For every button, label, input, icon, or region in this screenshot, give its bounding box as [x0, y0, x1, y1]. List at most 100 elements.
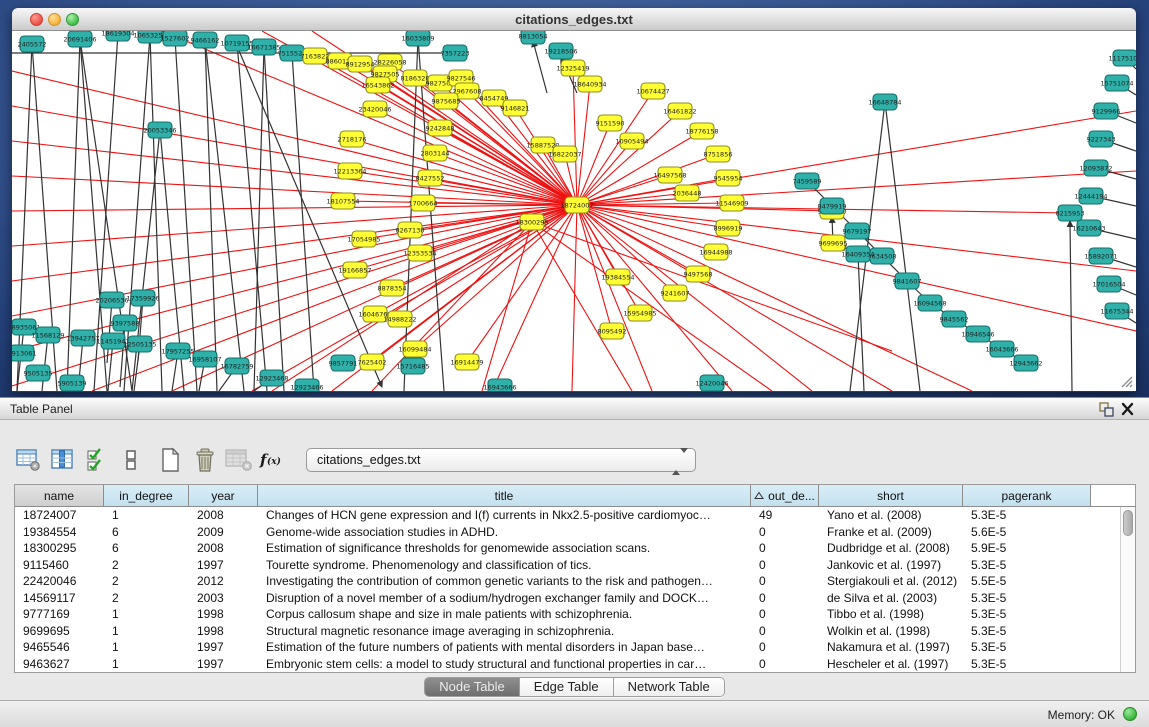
graph-node[interactable]: 7625402: [358, 354, 387, 370]
graph-node[interactable]: 16944988: [699, 244, 732, 260]
table-selector-dropdown[interactable]: citations_edges.txt: [306, 448, 696, 472]
graph-node[interactable]: 18776158: [685, 123, 718, 139]
graph-node[interactable]: 20691406: [63, 31, 96, 47]
graph-node[interactable]: 16461822: [663, 103, 696, 119]
column-header-out_de[interactable]: out_de...: [751, 485, 819, 506]
graph-node[interactable]: 2803144: [421, 145, 450, 161]
graph-node[interactable]: 17016504: [1092, 276, 1125, 292]
graph-node[interactable]: 8813054: [519, 31, 548, 44]
graph-node[interactable]: 19166857: [338, 262, 371, 278]
graph-node[interactable]: 15751074: [1100, 75, 1133, 91]
graph-node[interactable]: 8095492: [598, 323, 627, 339]
graph-node[interactable]: 11546909: [715, 195, 748, 211]
graph-node[interactable]: 16409354: [841, 246, 874, 262]
graph-node[interactable]: 20053346: [143, 122, 176, 138]
graph-node[interactable]: 12923466: [290, 379, 323, 391]
new-table-button[interactable]: [156, 445, 186, 475]
table-row[interactable]: 969969511998Structural magnetic resonanc…: [15, 623, 1135, 640]
graph-node[interactable]: 12353534: [403, 245, 436, 261]
graph-node[interactable]: 8878354: [378, 280, 407, 296]
graph-node[interactable]: 9845562: [940, 311, 969, 327]
table-row[interactable]: 1456911722003Disruption of a novel membe…: [15, 590, 1135, 607]
graph-node[interactable]: 12505135: [123, 336, 156, 352]
citation-network-graph[interactable]: 2405572206914061861930410653257152760294…: [12, 31, 1136, 391]
graph-node[interactable]: 16943666: [483, 379, 516, 391]
column-header-name[interactable]: name: [15, 485, 104, 506]
tab-node-table[interactable]: Node Table: [425, 678, 520, 696]
graph-node[interactable]: 9227343: [1087, 131, 1116, 147]
graph-node[interactable]: 1527602: [161, 31, 190, 46]
graph-node[interactable]: 16914479: [450, 354, 483, 370]
graph-node[interactable]: 9497568: [684, 266, 713, 282]
graph-node[interactable]: 12093872: [1079, 160, 1112, 176]
table-row[interactable]: 1830029562008Estimation of significance …: [15, 540, 1135, 557]
graph-node[interactable]: 16543862: [361, 77, 394, 93]
import-table-button[interactable]: [224, 445, 254, 475]
graph-node[interactable]: 2036448: [673, 185, 702, 201]
graph-node[interactable]: 9151590: [596, 115, 625, 131]
graph-node[interactable]: 7459589: [793, 173, 822, 189]
graph-node[interactable]: 9397588: [111, 315, 140, 331]
graph-node[interactable]: 18300295: [515, 214, 548, 230]
graph-node[interactable]: 9466162: [191, 32, 220, 48]
graph-node[interactable]: 16497568: [653, 167, 686, 183]
graph-node[interactable]: 16210643: [1072, 220, 1105, 236]
graph-node[interactable]: 16958107: [188, 351, 221, 367]
graph-node[interactable]: 10946546: [961, 326, 994, 342]
tab-network-table[interactable]: Network Table: [614, 678, 724, 696]
delete-table-button[interactable]: [190, 445, 220, 475]
graph-node[interactable]: 16782759: [220, 358, 253, 374]
column-visibility-button[interactable]: [48, 445, 78, 475]
table-row[interactable]: 1872400712008Changes of HCN gene express…: [15, 507, 1135, 524]
graph-node[interactable]: 12923468: [255, 370, 288, 386]
graph-node[interactable]: 5905139: [58, 375, 87, 391]
graph-node[interactable]: 9841607: [893, 273, 922, 289]
graph-node[interactable]: 16043666: [985, 341, 1018, 357]
graph-node[interactable]: 11568129: [31, 327, 64, 343]
graph-node[interactable]: 23420046: [358, 101, 391, 117]
table-row[interactable]: 977716911998Corpus callosum shape and si…: [15, 606, 1135, 623]
graph-node[interactable]: 9875685: [432, 93, 461, 109]
graph-node[interactable]: 18107554: [326, 193, 359, 209]
graph-node[interactable]: 8267130: [396, 222, 425, 238]
select-all-button[interactable]: [82, 445, 112, 475]
graph-node[interactable]: 8751856: [704, 146, 733, 162]
graph-node[interactable]: 16099484: [398, 341, 431, 357]
graph-node[interactable]: 15892071: [1084, 248, 1117, 264]
graph-node[interactable]: 9241607: [661, 285, 690, 301]
column-header-pagerank[interactable]: pagerank: [963, 485, 1091, 506]
graph-node[interactable]: 19384554: [601, 269, 634, 285]
graph-node[interactable]: 17054985: [347, 231, 380, 247]
close-panel-icon[interactable]: [1119, 401, 1137, 418]
graph-node[interactable]: 9699695: [819, 235, 848, 251]
graph-node[interactable]: 13942757: [66, 330, 99, 346]
tab-edge-table[interactable]: Edge Table: [520, 678, 614, 696]
graph-node[interactable]: 9146821: [501, 100, 530, 116]
scrollbar-thumb[interactable]: [1123, 510, 1133, 536]
graph-node[interactable]: 3913061: [12, 345, 36, 361]
table-row[interactable]: 911546021997Tourette syndrome. Phenomeno…: [15, 557, 1135, 574]
graph-node[interactable]: 9129966: [1092, 103, 1121, 119]
graph-node[interactable]: 14988222: [383, 311, 416, 327]
graph-node[interactable]: 16648784: [868, 94, 901, 110]
network-window-titlebar[interactable]: citations_edges.txt: [12, 8, 1136, 31]
graph-node[interactable]: 16671385: [247, 39, 280, 55]
table-row[interactable]: 1938455462009Genome-wide association stu…: [15, 524, 1135, 541]
function-builder-button[interactable]: f (x): [258, 445, 288, 475]
graph-node[interactable]: 8479919: [818, 198, 847, 214]
column-header-in_degree[interactable]: in_degree: [104, 485, 189, 506]
network-canvas[interactable]: 2405572206914061861930410653257152760294…: [12, 31, 1136, 391]
graph-node[interactable]: 17359926: [126, 290, 159, 306]
graph-node[interactable]: 10674427: [636, 83, 669, 99]
graph-node[interactable]: 8996919: [714, 220, 743, 236]
graph-node[interactable]: 12943662: [1009, 355, 1042, 371]
graph-node[interactable]: 2405572: [18, 36, 47, 52]
graph-node[interactable]: 8215953: [1056, 205, 1085, 221]
column-header-short[interactable]: short: [819, 485, 963, 506]
graph-node[interactable]: 9545954: [714, 170, 743, 186]
graph-node[interactable]: 11175104: [1108, 50, 1136, 66]
graph-node[interactable]: 12325419: [556, 60, 589, 76]
unselect-all-button[interactable]: [116, 445, 146, 475]
graph-node[interactable]: 16094568: [913, 295, 946, 311]
float-panel-icon[interactable]: [1097, 401, 1115, 418]
